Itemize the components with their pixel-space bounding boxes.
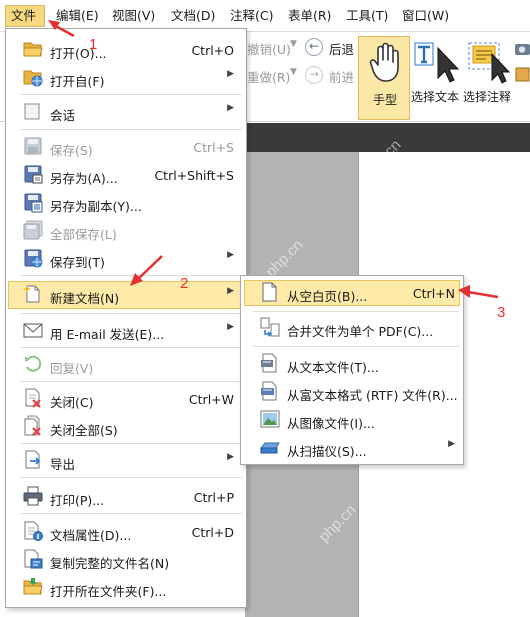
annotation-arrows xyxy=(48,20,499,299)
annotation-arrow-2 xyxy=(130,255,163,286)
annotation-number-3: 3 xyxy=(497,304,506,321)
annotation-arrow-1 xyxy=(48,20,75,38)
annotation-number-2: 2 xyxy=(180,275,189,292)
annotation-number-1: 1 xyxy=(89,36,98,53)
annotation-arrow-3 xyxy=(458,285,499,299)
